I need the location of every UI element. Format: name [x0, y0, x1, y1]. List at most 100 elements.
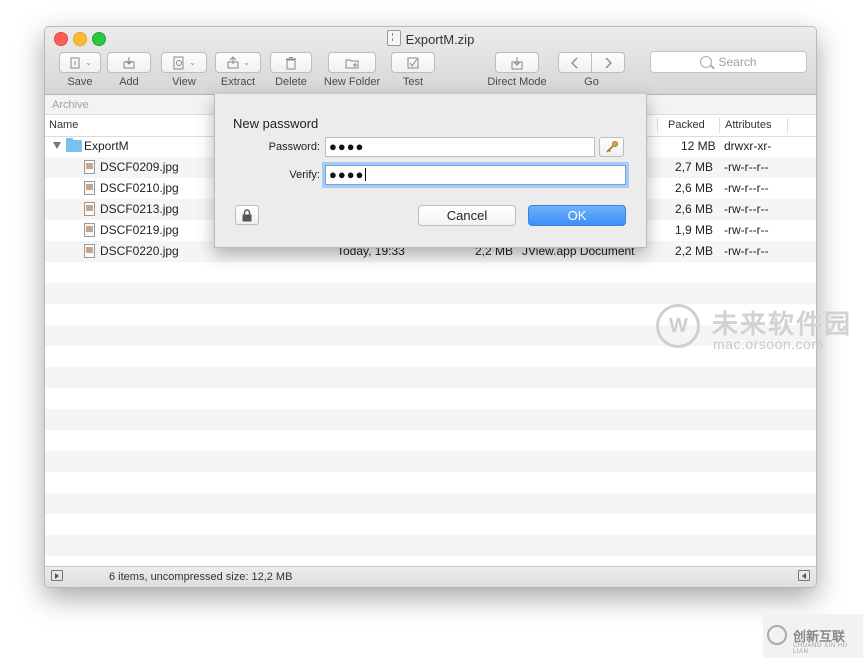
- zip-file-icon: [386, 30, 401, 46]
- new-password-dialog: New password Password: ●●●● Verify: ●●●●…: [214, 94, 647, 248]
- titlebar: ExportM.zip ⌄ Save Add ⌄ View ⌄ Extract …: [45, 27, 816, 95]
- direct-mode-button[interactable]: [495, 52, 539, 73]
- extract-icon: [227, 55, 239, 68]
- toggle-sidebar-button[interactable]: [51, 570, 63, 581]
- search-placeholder: Search: [718, 55, 757, 69]
- folder-icon: [66, 138, 82, 152]
- test-label: Test: [402, 76, 424, 88]
- watermark-url: mac.orsoon.com: [713, 336, 824, 352]
- jpg-file-icon: [84, 160, 95, 174]
- file-packed: 2,6 MB: [675, 181, 714, 195]
- add-icon: [123, 56, 135, 68]
- column-packed[interactable]: Packed: [668, 119, 705, 131]
- file-attributes: drwxr-xr-: [724, 139, 772, 153]
- lock-button[interactable]: [235, 205, 259, 225]
- dialog-title: New password: [233, 116, 319, 131]
- file-packed: 2,7 MB: [675, 160, 714, 174]
- password-label: Password:: [268, 141, 320, 153]
- add-button[interactable]: [107, 52, 151, 73]
- cancel-button[interactable]: Cancel: [418, 205, 516, 226]
- window-title-text: ExportM.zip: [405, 32, 475, 47]
- file-name: DSCF0209.jpg: [100, 160, 179, 174]
- watermark-orsoon: 未来软件园 mac.orsoon.com: [656, 302, 856, 356]
- empty-row: [45, 409, 816, 430]
- file-attributes: -rw-r--r--: [724, 223, 769, 237]
- status-bar: 6 items, uncompressed size: 12,2 MB: [45, 566, 816, 587]
- direct-mode-label: Direct Mode: [487, 76, 547, 88]
- save-label: Save: [67, 76, 93, 88]
- jpg-file-icon: [84, 244, 95, 258]
- extract-button[interactable]: ⌄: [215, 52, 261, 73]
- empty-row: [45, 430, 816, 451]
- column-name[interactable]: Name: [49, 119, 78, 131]
- disclosure-triangle-icon[interactable]: [53, 142, 61, 149]
- watermark-brand-sub: CHUANG XIN HU LIAN: [793, 643, 848, 655]
- save-button[interactable]: ⌄: [59, 52, 101, 73]
- file-attributes: -rw-r--r--: [724, 181, 769, 195]
- save-icon: [70, 57, 80, 68]
- jpg-file-icon: [84, 202, 95, 216]
- new-folder-icon: [345, 59, 359, 68]
- search-field[interactable]: Search: [650, 51, 807, 73]
- file-name: DSCF0213.jpg: [100, 202, 179, 216]
- orsoon-logo-icon: [656, 304, 700, 348]
- password-field[interactable]: ●●●●: [325, 137, 595, 157]
- file-attributes: -rw-r--r--: [724, 202, 769, 216]
- file-attributes: -rw-r--r--: [724, 160, 769, 174]
- go-forward-button[interactable]: [591, 52, 625, 73]
- verify-label: Verify:: [289, 169, 320, 181]
- chevron-left-icon: [571, 57, 578, 68]
- jpg-file-icon: [84, 223, 95, 237]
- watermark-brand: 创新互联 CHUANG XIN HU LIAN: [763, 614, 863, 658]
- empty-row: [45, 262, 816, 283]
- file-name: DSCF0219.jpg: [100, 223, 179, 237]
- file-packed: 12 MB: [681, 139, 716, 153]
- file-name: ExportM: [84, 139, 129, 153]
- archive-label: Archive: [52, 99, 89, 111]
- lock-icon: [242, 208, 252, 221]
- brand-logo-icon: [767, 625, 787, 645]
- empty-row: [45, 367, 816, 388]
- window-title: ExportM.zip: [45, 30, 816, 47]
- empty-row: [45, 283, 816, 304]
- extract-label: Extract: [220, 76, 256, 88]
- status-text: 6 items, uncompressed size: 12,2 MB: [109, 571, 293, 583]
- empty-row: [45, 514, 816, 535]
- test-button[interactable]: [391, 52, 435, 73]
- empty-row: [45, 388, 816, 409]
- new-folder-button[interactable]: [328, 52, 376, 73]
- direct-mode-icon: [511, 56, 523, 69]
- test-icon: [407, 57, 419, 68]
- ok-button[interactable]: OK: [528, 205, 626, 226]
- column-separator[interactable]: [657, 118, 658, 133]
- chevron-right-icon: [605, 57, 612, 68]
- verify-field-value: ●●●●: [329, 167, 365, 182]
- trash-icon: [286, 56, 296, 69]
- empty-row: [45, 451, 816, 472]
- delete-label: Delete: [275, 76, 307, 88]
- delete-button[interactable]: [270, 52, 312, 73]
- view-icon: [173, 56, 184, 69]
- text-cursor: [365, 168, 367, 181]
- file-name: DSCF0210.jpg: [100, 181, 179, 195]
- empty-row: [45, 535, 816, 556]
- column-separator[interactable]: [719, 118, 720, 133]
- empty-row: [45, 472, 816, 493]
- key-button[interactable]: [599, 137, 624, 157]
- column-separator[interactable]: [787, 118, 788, 133]
- key-icon: [605, 141, 618, 153]
- add-label: Add: [119, 76, 139, 88]
- new-folder-label: New Folder: [323, 76, 381, 88]
- toggle-drawer-button[interactable]: [798, 570, 810, 581]
- view-button[interactable]: ⌄: [161, 52, 207, 73]
- verify-field[interactable]: ●●●●: [325, 165, 626, 185]
- file-name: DSCF0220.jpg: [100, 244, 179, 258]
- go-label: Go: [584, 76, 599, 88]
- column-attributes[interactable]: Attributes: [725, 119, 771, 131]
- go-back-button[interactable]: [558, 52, 592, 73]
- jpg-file-icon: [84, 181, 95, 195]
- file-packed: 2,6 MB: [675, 202, 714, 216]
- file-packed: 1,9 MB: [675, 223, 714, 237]
- view-label: View: [172, 76, 196, 88]
- file-attributes: -rw-r--r--: [724, 244, 769, 258]
